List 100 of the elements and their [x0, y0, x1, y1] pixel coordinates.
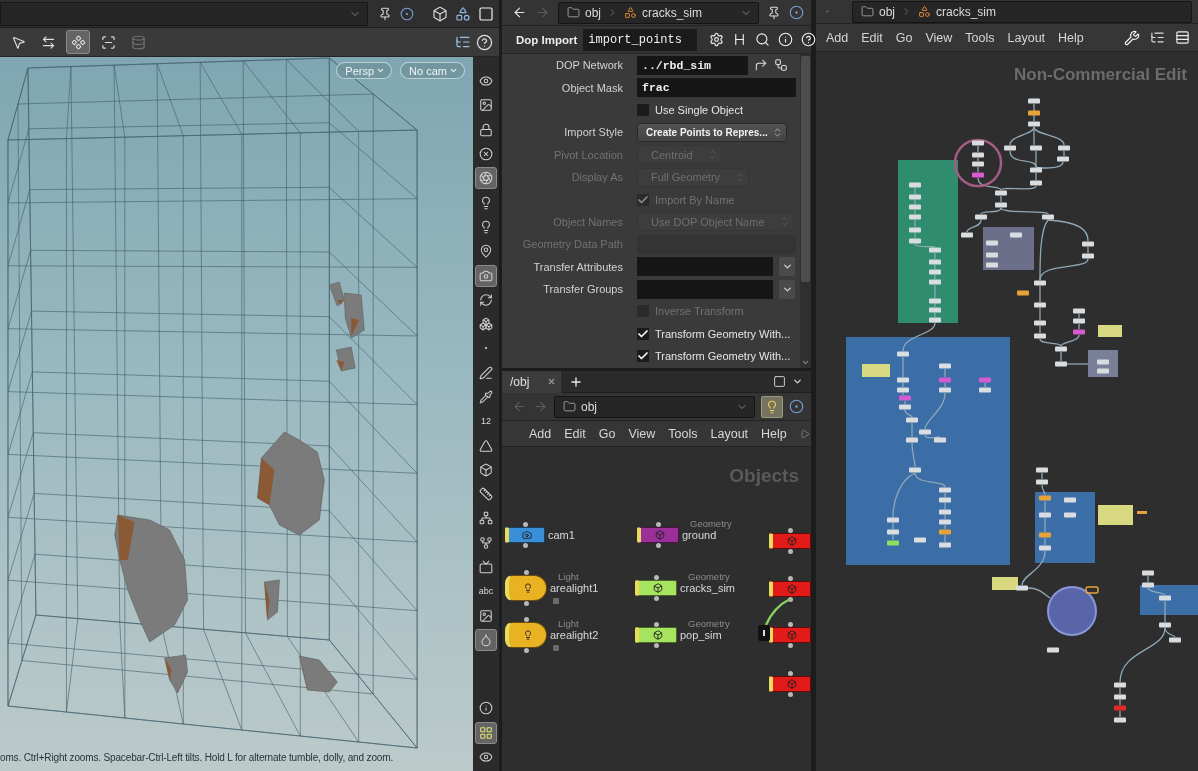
graph-node[interactable] [1114, 705, 1126, 711]
connector-dot[interactable] [522, 543, 528, 548]
tool-button[interactable]: 12 [475, 410, 497, 433]
graph-node[interactable] [909, 467, 921, 473]
pin-icon[interactable] [767, 5, 781, 20]
caret-icon[interactable] [792, 376, 803, 387]
pin-icon[interactable] [378, 6, 392, 21]
graph-node[interactable] [1004, 145, 1016, 151]
graph-node[interactable] [1039, 512, 1051, 518]
network-box[interactable] [898, 160, 958, 323]
target-icon[interactable] [400, 6, 414, 21]
graph-node[interactable] [939, 519, 951, 525]
graph-node[interactable] [929, 298, 941, 304]
graph-node[interactable] [1034, 280, 1046, 286]
geometry-node[interactable] [635, 627, 677, 643]
graph-node[interactable] [1073, 308, 1085, 314]
graph-node[interactable] [1169, 637, 1181, 643]
connector-dot[interactable] [523, 601, 529, 606]
graph-node[interactable] [909, 227, 921, 233]
graph-node[interactable] [979, 377, 991, 383]
graph-node[interactable] [1030, 180, 1042, 186]
connector-dot[interactable] [523, 648, 529, 653]
graph-node[interactable] [1073, 329, 1085, 335]
graph-node[interactable] [939, 542, 951, 548]
graph-node[interactable] [909, 214, 921, 220]
graph-node[interactable] [1058, 145, 1070, 151]
wrench-icon[interactable] [1124, 29, 1140, 46]
connector-dot[interactable] [787, 576, 793, 581]
graph-node[interactable] [1030, 145, 1042, 151]
light-toggle-button[interactable] [761, 395, 783, 418]
graph-node[interactable] [929, 269, 941, 275]
help-icon[interactable] [476, 33, 493, 51]
checkbox[interactable] [637, 103, 649, 116]
graph-node[interactable] [972, 172, 984, 178]
menu-item[interactable]: Help [1058, 30, 1084, 45]
path-segment[interactable]: obj [563, 399, 597, 414]
workflow-icon[interactable] [774, 58, 788, 73]
graph-node[interactable] [897, 377, 909, 383]
graph-node[interactable] [961, 232, 973, 238]
connector-dot[interactable] [523, 617, 529, 622]
node-name-field[interactable]: import_points [583, 28, 698, 51]
path-segment[interactable]: cracks_sim [624, 5, 703, 20]
graph-node[interactable] [1034, 333, 1046, 339]
graph-node[interactable] [1039, 532, 1051, 538]
connector-dot[interactable] [787, 597, 793, 602]
graph-node[interactable] [929, 247, 941, 253]
input-field[interactable] [637, 279, 773, 299]
tool-button[interactable] [475, 628, 497, 651]
graph-node[interactable] [909, 182, 921, 188]
connector-dot[interactable] [787, 622, 793, 627]
connector-dot[interactable] [787, 692, 793, 697]
graph-node[interactable] [897, 351, 909, 357]
network-tab[interactable]: /obj [502, 370, 562, 393]
path-segment[interactable]: cracks_sim [918, 4, 997, 19]
dropdown-button[interactable] [779, 279, 795, 299]
geometry-node[interactable] [635, 580, 677, 596]
geometry-node[interactable] [769, 581, 811, 597]
graph-node[interactable] [1039, 545, 1051, 551]
menu-item[interactable]: Layout [710, 426, 749, 441]
path-segment[interactable]: obj [567, 5, 601, 20]
graph-node[interactable] [1064, 512, 1076, 518]
graph-node[interactable] [979, 387, 991, 393]
graph-node[interactable] [939, 529, 951, 535]
graph-node[interactable] [1159, 622, 1171, 628]
connector-dot[interactable] [787, 671, 793, 676]
tool-button[interactable] [475, 167, 497, 190]
graph-node[interactable] [929, 259, 941, 265]
graph-node[interactable] [899, 404, 911, 410]
connector-dot[interactable] [653, 643, 659, 648]
graph-node[interactable] [897, 387, 909, 393]
graph-node[interactable] [1082, 253, 1094, 259]
help-icon[interactable] [801, 32, 817, 47]
menu-dropdown[interactable]: Create Points to Repres... [637, 122, 787, 142]
graph-node[interactable] [1142, 582, 1154, 588]
graph-node[interactable] [1036, 479, 1048, 485]
graph-node[interactable] [1036, 467, 1048, 473]
menu-item[interactable]: Add [529, 426, 552, 441]
graph-node[interactable] [1064, 497, 1076, 503]
connector-dot[interactable] [522, 522, 528, 527]
graph-node[interactable] [1034, 302, 1046, 308]
graph-node[interactable] [1028, 121, 1040, 127]
scrollbar-thumb[interactable] [801, 56, 810, 283]
menu-item[interactable]: Go [598, 426, 616, 441]
menu-item[interactable]: Help [761, 426, 787, 441]
menu-item[interactable]: Edit [861, 30, 883, 45]
input-field[interactable] [637, 257, 773, 277]
light-node[interactable] [505, 575, 547, 601]
menu-item[interactable]: Tools [965, 30, 995, 45]
connector-dot[interactable] [655, 522, 661, 527]
graph-node[interactable] [1142, 570, 1154, 576]
circle-node[interactable] [1047, 586, 1097, 636]
info-icon[interactable] [778, 32, 794, 47]
graph-node[interactable] [986, 240, 998, 246]
graph-node[interactable] [899, 395, 911, 401]
graph-node[interactable] [1010, 232, 1022, 238]
graph-node[interactable] [1017, 290, 1029, 296]
graph-node[interactable] [939, 363, 951, 369]
graph-node[interactable] [887, 540, 899, 546]
list-icon[interactable] [1175, 30, 1190, 45]
connector-dot[interactable] [787, 643, 793, 648]
